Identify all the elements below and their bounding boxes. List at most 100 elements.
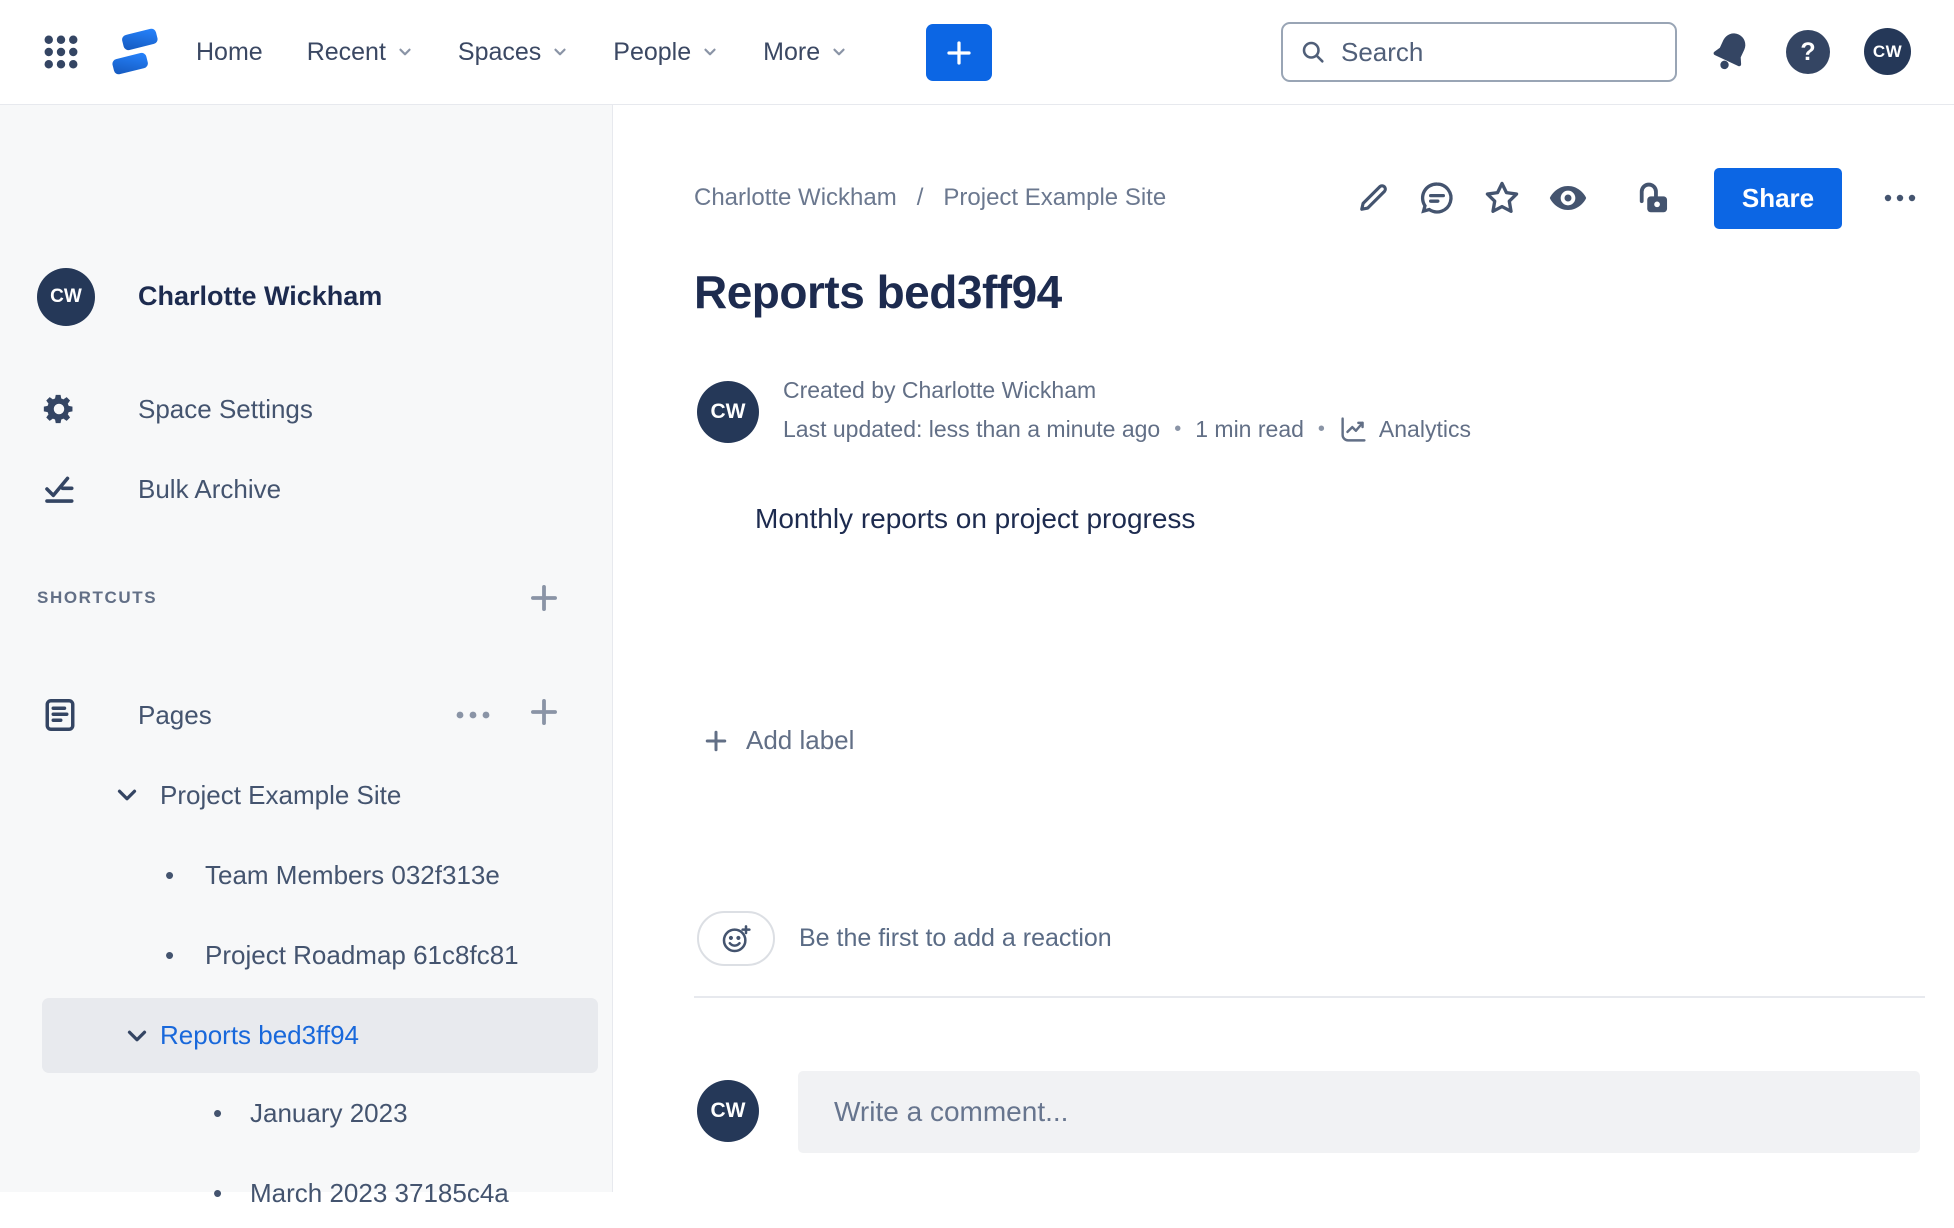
- nav-recent-label: Recent: [306, 37, 386, 66]
- page-tree-label: Project Example Site: [160, 779, 402, 810]
- sidebar-section-pages[interactable]: Pages: [0, 684, 612, 746]
- commenter-avatar: CW: [697, 1080, 759, 1142]
- share-label: Share: [1741, 182, 1815, 213]
- search-bar[interactable]: [1281, 22, 1677, 82]
- avatar-initials: CW: [1872, 41, 1903, 61]
- space-avatar[interactable]: CW: [37, 268, 95, 326]
- more-actions-icon[interactable]: [1881, 186, 1925, 210]
- chevron-down-icon: [701, 43, 719, 61]
- edit-pencil-icon[interactable]: [1355, 180, 1391, 216]
- pages-more-actions-icon[interactable]: [452, 703, 500, 727]
- avatar-initials: CW: [50, 286, 82, 307]
- nav-spaces[interactable]: Spaces: [458, 38, 569, 67]
- page-content: Charlotte Wickham / Project Example Site: [613, 105, 1954, 1192]
- page-body-text: Monthly reports on project progress: [755, 503, 1196, 534]
- plus-icon: [944, 38, 974, 68]
- page-tree-label: Project Roadmap 61c8fc81: [205, 939, 519, 970]
- comment-bubble-icon[interactable]: [1418, 179, 1456, 217]
- breadcrumb: Charlotte Wickham / Project Example Site: [694, 178, 1166, 218]
- confluence-logo-icon[interactable]: [106, 23, 164, 81]
- nav-home[interactable]: Home: [196, 38, 263, 67]
- avatar-initials: CW: [710, 400, 746, 423]
- page-tree-item-root[interactable]: Project Example Site: [0, 760, 612, 830]
- unlock-restrictions-icon[interactable]: [1633, 179, 1671, 217]
- chevron-down-icon: [112, 780, 142, 810]
- breadcrumb-link[interactable]: Project Example Site: [943, 184, 1166, 212]
- shortcuts-heading: SHORTCUTS: [37, 588, 158, 607]
- page-title: Reports bed3ff94: [694, 266, 1062, 318]
- sidebar-item-label: Space Settings: [138, 393, 313, 424]
- bullet-icon: •: [165, 939, 175, 970]
- page-tree-item[interactable]: • January 2023: [0, 1078, 612, 1148]
- question-mark-glyph: ?: [1800, 37, 1816, 66]
- breadcrumb-link[interactable]: Charlotte Wickham: [694, 184, 897, 212]
- space-sidebar: CW Charlotte Wickham Space Settings Bulk…: [0, 105, 613, 1208]
- search-input[interactable]: [1341, 36, 1676, 68]
- page-document-icon: [42, 697, 78, 733]
- pages-label: Pages: [138, 699, 212, 730]
- last-updated-text[interactable]: Last updated: less than a minute ago: [783, 416, 1160, 443]
- sidebar-item-label: Bulk Archive: [138, 473, 282, 504]
- add-reaction-button[interactable]: [697, 911, 775, 966]
- page-tree-label: Team Members 032f313e: [205, 859, 500, 890]
- page-tree-label: March 2023 37185c4a: [250, 1177, 509, 1208]
- byline: Created by Charlotte Wickham Last update…: [783, 377, 1471, 444]
- chevron-down-icon: [830, 43, 848, 61]
- comments-divider: [694, 996, 1925, 998]
- nav-recent[interactable]: Recent: [307, 38, 414, 67]
- page-tree-item[interactable]: • Team Members 032f313e: [0, 840, 612, 910]
- add-label-button[interactable]: Add label: [701, 725, 854, 756]
- star-favorite-icon[interactable]: [1483, 179, 1521, 217]
- nav-more-label: More: [763, 37, 821, 66]
- dot-separator: •: [1174, 418, 1182, 440]
- breadcrumb-separator: /: [916, 184, 924, 211]
- nav-home-label: Home: [196, 37, 263, 66]
- space-name[interactable]: Charlotte Wickham: [138, 281, 382, 312]
- bullet-icon: •: [165, 859, 175, 890]
- sidebar-item-space-settings[interactable]: Space Settings: [0, 378, 612, 440]
- bulk-archive-icon: [42, 472, 76, 506]
- add-shortcut-icon[interactable]: [525, 579, 563, 617]
- comment-input-box[interactable]: [798, 1071, 1920, 1153]
- page-tree-item[interactable]: • March 2023 37185c4a: [0, 1158, 612, 1228]
- smiley-plus-icon: [720, 923, 752, 955]
- page-tree-item-selected[interactable]: Reports bed3ff94: [42, 998, 598, 1073]
- add-label-text: Add label: [746, 725, 855, 755]
- author-avatar[interactable]: CW: [697, 381, 759, 443]
- nav-people-label: People: [613, 37, 692, 66]
- reactions-row: Be the first to add a reaction: [697, 911, 1112, 966]
- bullet-icon: •: [213, 1097, 223, 1128]
- add-page-icon[interactable]: [525, 693, 563, 731]
- created-by-text: Created by Charlotte Wickham: [783, 377, 1097, 403]
- user-avatar[interactable]: CW: [1864, 28, 1911, 75]
- analytics-label: Analytics: [1378, 416, 1471, 442]
- avatar-initials: CW: [710, 1099, 746, 1122]
- page-tree-item[interactable]: • Project Roadmap 61c8fc81: [0, 920, 612, 990]
- reaction-prompt-text: Be the first to add a reaction: [799, 924, 1112, 952]
- sidebar-item-bulk-archive[interactable]: Bulk Archive: [0, 458, 612, 520]
- plus-icon: [701, 726, 731, 756]
- nav-spaces-label: Spaces: [457, 37, 542, 66]
- notifications-bell-icon[interactable]: [1708, 28, 1754, 74]
- analytics-link[interactable]: Analytics: [1339, 415, 1471, 444]
- nav-more[interactable]: More: [763, 38, 848, 67]
- search-icon: [1299, 38, 1327, 66]
- chevron-down-icon: [551, 43, 569, 61]
- help-icon[interactable]: ?: [1786, 30, 1830, 74]
- bullet-icon: •: [213, 1177, 223, 1208]
- share-button[interactable]: Share: [1714, 167, 1842, 229]
- watch-eye-icon[interactable]: [1548, 178, 1588, 218]
- comment-input[interactable]: [798, 1096, 1920, 1128]
- read-time-text: 1 min read: [1195, 416, 1304, 442]
- top-navigation-bar: Home Recent Spaces People More Search ? …: [0, 0, 1954, 105]
- analytics-chart-icon: [1339, 415, 1368, 444]
- create-button[interactable]: [926, 24, 992, 81]
- page-tree-label-selected: Reports bed3ff94: [160, 1020, 359, 1050]
- chevron-down-icon: [396, 43, 414, 61]
- page-tree-label: January 2023: [250, 1097, 408, 1128]
- primary-nav: Home Recent Spaces People More: [196, 38, 848, 67]
- nav-people[interactable]: People: [613, 38, 719, 67]
- app-switcher-icon[interactable]: [40, 31, 82, 73]
- gear-icon: [42, 392, 76, 426]
- chevron-down-icon: [122, 1021, 152, 1051]
